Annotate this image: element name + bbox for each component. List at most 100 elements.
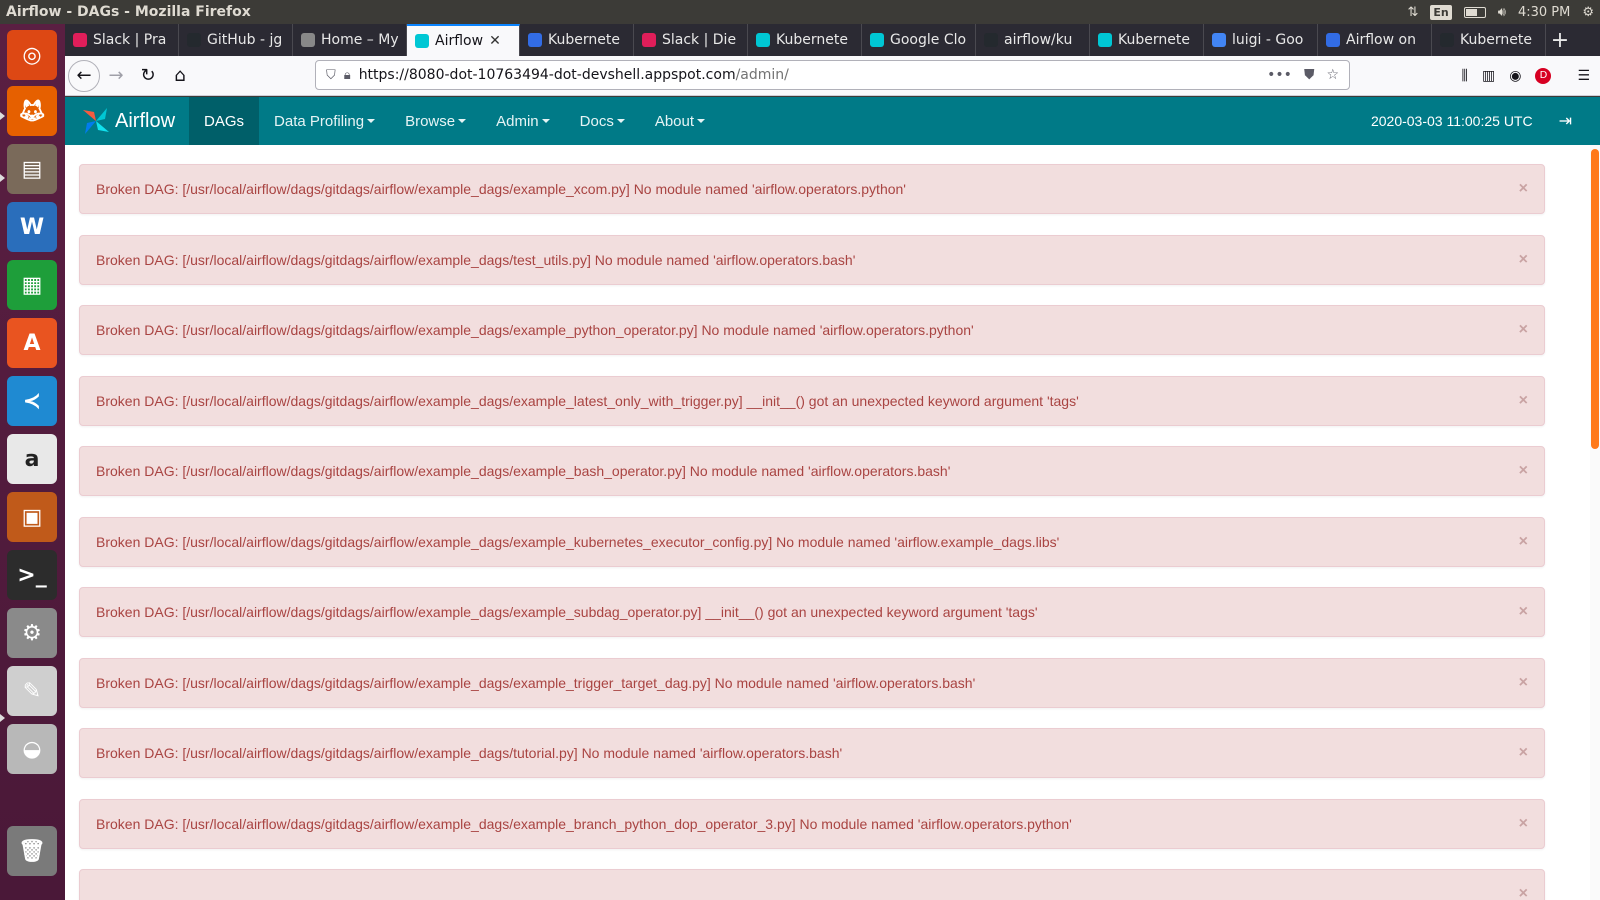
clock[interactable]: 4:30 PM [1518,5,1570,20]
browser-tab[interactable]: Kubernete [520,24,634,56]
alert-message: Broken DAG: [/usr/local/airflow/dags/git… [96,533,1060,550]
alert-message: Broken DAG: [/usr/local/airflow/dags/git… [96,815,1072,832]
alert-message: Broken DAG: [/usr/local/airflow/dags/git… [96,392,1079,409]
nav-item-dags[interactable]: DAGs [189,97,260,145]
account-icon[interactable]: ◉ [1509,68,1521,84]
page-actions-icon[interactable]: ••• [1267,67,1292,83]
system-settings-launcher-icon[interactable]: ⚙ [7,608,57,658]
nav-item-docs[interactable]: Docs [565,97,640,145]
logout-icon[interactable]: ⇥ [1559,111,1572,131]
vscode-launcher-icon[interactable]: ≺ [7,376,57,426]
alert-close-icon[interactable]: × [1519,321,1528,339]
system-gear-icon[interactable]: ⚙ [1582,5,1594,20]
system-tray: ⇅ En 🔊︎ 4:30 PM ⚙ [1407,0,1594,24]
alert-message: Broken DAG: [/usr/local/airflow/dags/git… [96,181,906,197]
browser-tab[interactable]: Kubernete [1090,24,1204,56]
alert-close-icon[interactable]: × [1519,533,1528,551]
browser-tab[interactable]: Slack | Die [634,24,748,56]
broken-dag-alert: Broken DAG: [/usr/local/airflow/dags/git… [79,587,1545,637]
broken-dag-alert: Broken DAG: [/usr/local/airflow/dags/git… [79,234,1545,285]
tracking-shield-icon[interactable]: ⛉ [326,68,336,83]
browser-toolbar: ← → ↻ ⌂ ⛉ 🔒︎ https://8080-dot-10763494-d… [65,56,1600,96]
browser-tab[interactable]: Home – My [293,24,407,56]
disk-launcher-icon[interactable]: ◒ [7,724,57,774]
alert-close-icon[interactable]: × [1519,180,1528,198]
files-launcher-icon[interactable]: ▤ [7,144,57,194]
jupyter-icon [301,33,315,47]
page-scrollbar-thumb[interactable] [1591,149,1599,449]
nav-item-label: Docs [579,112,614,130]
nav-item-label: Browse [405,112,456,130]
sidebar-icon[interactable]: ▥ [1482,68,1495,84]
new-tab-button[interactable]: + [1546,24,1574,56]
github-icon [1440,33,1454,47]
github-icon [187,33,201,47]
network-icon[interactable]: ⇅ [1407,5,1418,20]
browser-tab[interactable]: Kubernete [1432,24,1546,56]
browser-tab[interactable]: airflow/ku [976,24,1090,56]
tab-label: GitHub - jg [207,32,283,48]
browser-tab[interactable]: Airflow on [1318,24,1432,56]
nav-item-browse[interactable]: Browse [390,97,481,145]
broken-dag-alert: × [79,869,1545,900]
airflow-icon [1098,33,1112,47]
tab-label: Home – My [321,32,398,48]
alert-close-icon[interactable]: × [1519,392,1528,410]
broken-dag-alert: Broken DAG: [/usr/local/airflow/dags/git… [79,516,1545,567]
browser-tab[interactable]: GitHub - jg [179,24,293,56]
alert-close-icon[interactable]: × [1519,251,1528,269]
browser-tab[interactable]: Google Clo [862,24,976,56]
url-bar[interactable]: ⛉ 🔒︎ https://8080-dot-10763494-dot-devsh… [315,60,1350,90]
github-icon [984,33,998,47]
nav-item-about[interactable]: About [640,97,720,145]
browser-tab[interactable]: Airflow ✕ [407,24,520,56]
alert-close-icon[interactable]: × [1519,885,1528,900]
caret-down-icon [697,119,706,123]
alert-close-icon[interactable]: × [1519,744,1528,762]
extension-avatar-icon[interactable]: D [1535,67,1552,84]
bookmark-star-icon[interactable]: ☆ [1326,67,1339,83]
library-icon[interactable]: ⫼ [1462,68,1468,84]
alert-close-icon[interactable]: × [1519,462,1528,480]
browser-tab[interactable]: Slack | Pra [65,24,179,56]
alert-close-icon[interactable]: × [1519,815,1528,833]
libreoffice-writer-launcher-icon[interactable]: W [7,202,57,252]
ubuntu-dash-launcher-icon[interactable]: ◎ [7,30,57,80]
airflow-main-menu: DAGs Data Profiling Browse Admin Docs About [189,97,720,145]
trash-launcher-icon[interactable]: 🗑︎ [7,826,57,876]
nav-item-admin[interactable]: Admin [481,97,565,145]
text-editor-launcher-icon[interactable]: ✎ [7,666,57,716]
tab-label: Kubernete [548,32,620,48]
libreoffice-impress-launcher-icon[interactable]: ▣ [7,492,57,542]
alert-message: Broken DAG: [/usr/local/airflow/dags/git… [96,745,843,761]
caret-down-icon [458,119,467,123]
airflow-brand[interactable]: Airflow [65,97,189,145]
close-tab-icon[interactable]: ✕ [489,33,501,49]
alert-close-icon[interactable]: × [1519,674,1528,692]
tab-label: Kubernete [1118,32,1190,48]
alert-close-icon[interactable]: × [1519,603,1528,621]
kubernetes-icon [528,33,542,47]
software-center-launcher-icon[interactable]: A [7,318,57,368]
amazon-launcher-icon[interactable]: a [7,434,57,484]
broken-dag-alert: Broken DAG: [/usr/local/airflow/dags/git… [79,305,1545,355]
nav-item-data-profiling[interactable]: Data Profiling [259,97,390,145]
alert-message: Broken DAG: [/usr/local/airflow/dags/git… [96,604,1038,620]
battery-icon[interactable] [1463,6,1486,18]
firefox-launcher-icon[interactable]: 🦊︎ [7,86,57,136]
back-button[interactable]: ← [68,59,100,92]
reload-button[interactable]: ↻ [132,60,164,92]
tab-label: Airflow on [1346,32,1416,48]
tab-label: Slack | Die [662,32,737,48]
home-button[interactable]: ⌂ [164,60,196,92]
keyboard-layout-indicator[interactable]: En [1430,4,1452,20]
forward-button[interactable]: → [100,60,132,92]
pocket-icon[interactable]: ⛊ [1304,67,1315,83]
menu-hamburger-icon[interactable]: ☰ [1577,68,1590,84]
browser-tab[interactable]: Kubernete [748,24,862,56]
terminal-launcher-icon[interactable]: >_ [7,550,57,600]
lock-icon[interactable]: 🔒︎ [344,68,351,83]
browser-tab[interactable]: luigi - Goo [1204,24,1318,56]
libreoffice-calc-launcher-icon[interactable]: ▦ [7,260,57,310]
volume-icon[interactable]: 🔊︎ [1498,5,1506,20]
